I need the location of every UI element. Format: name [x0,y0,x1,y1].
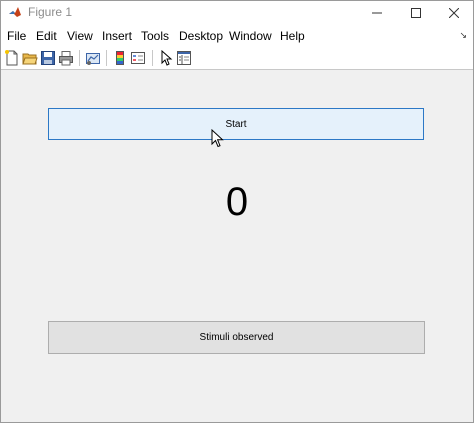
legend-icon[interactable] [130,50,146,66]
close-button[interactable] [434,1,474,25]
menu-tools[interactable]: Tools [141,29,169,43]
stimuli-observed-button[interactable]: Stimuli observed [48,321,425,354]
figure-canvas: Start 0 Stimuli observed [1,70,473,422]
toolbar-separator [79,50,80,66]
menu-window[interactable]: Window [229,29,272,43]
save-icon[interactable] [40,50,56,66]
start-button[interactable]: Start [48,108,424,140]
figure-toolbar [1,47,473,70]
new-figure-icon[interactable] [4,50,20,66]
menu-bar: File Edit View Insert Tools Desktop Wind… [1,25,473,47]
menu-desktop[interactable]: Desktop [179,29,223,43]
maximize-icon [411,8,421,18]
open-file-icon[interactable] [22,50,38,66]
matlab-logo-icon [8,5,22,19]
menu-view[interactable]: View [67,29,93,43]
counter-display: 0 [225,180,249,224]
link-plot-icon[interactable] [85,50,101,66]
toolbar-separator [106,50,107,66]
close-icon [448,7,460,19]
edit-plot-icon[interactable] [158,49,174,66]
print-icon[interactable] [58,50,74,66]
colorbar-icon[interactable] [112,50,128,66]
window-title: Figure 1 [28,5,73,19]
minimize-button[interactable] [357,1,397,25]
minimize-icon [372,12,382,14]
toolbar-separator [152,50,153,66]
menubar-overflow-arrow-icon[interactable]: ↘ [459,30,467,41]
property-inspector-icon[interactable] [176,50,192,66]
title-bar[interactable]: Figure 1 [1,1,473,25]
figure-window: Figure 1 File Edit View Insert Tools Des… [0,0,474,423]
menu-edit[interactable]: Edit [36,29,57,43]
menu-file[interactable]: File [7,29,26,43]
mouse-cursor-icon [211,128,225,149]
maximize-button[interactable] [396,1,436,25]
menu-insert[interactable]: Insert [102,29,132,43]
menu-help[interactable]: Help [280,29,305,43]
